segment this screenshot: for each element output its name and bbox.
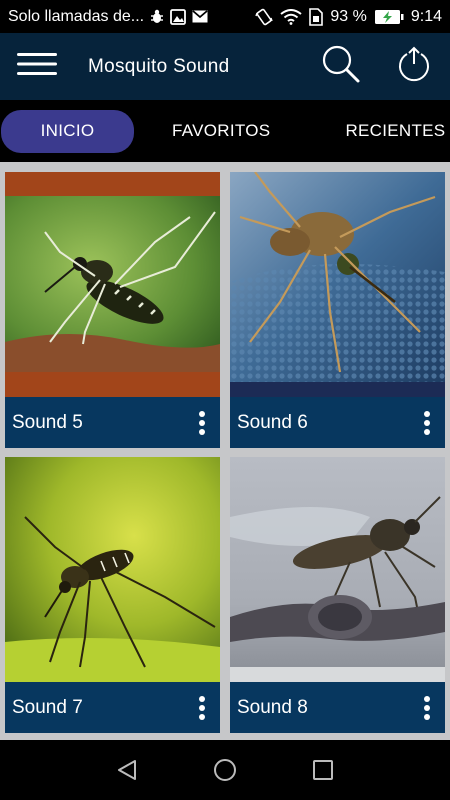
tab-favoritos[interactable]: FAVORITOS [172,121,270,141]
bug-icon [150,9,164,25]
more-vert-icon [199,410,205,435]
card-bar: Sound 8 [230,682,445,733]
app-title: Mosquito Sound [88,55,230,77]
search-button[interactable] [312,33,370,100]
tab-recientes[interactable]: RECIENTES [345,121,445,141]
card-bar: Sound 7 [5,682,220,733]
sound-label: Sound 5 [12,411,83,433]
home-button[interactable] [205,750,245,790]
wifi-icon [280,8,303,25]
mosquito-photo [230,457,445,682]
more-options-button[interactable] [409,397,445,448]
mosquito-photo [230,172,445,397]
more-options-button[interactable] [184,397,220,448]
notification-text: Solo llamadas de... [8,7,145,25]
more-vert-icon [199,695,205,720]
sim-icon [309,7,324,26]
power-button[interactable] [384,33,444,100]
more-options-button[interactable] [184,682,220,733]
more-vert-icon [424,695,430,720]
tab-bar: INICIO FAVORITOS RECIENTES [0,100,450,162]
app-bar: Mosquito Sound [0,33,450,100]
sound-card[interactable]: Sound 6 [230,172,445,448]
card-bar: Sound 6 [230,397,445,448]
tab-label: RECIENTES [345,121,446,140]
sound-grid: Sound 5 Sound 6 Sound 7 Sound 8 [0,162,450,740]
tab-label: FAVORITOS [172,121,271,140]
menu-icon [17,52,57,81]
tab-label: INICIO [40,121,95,140]
sound-card[interactable]: Sound 5 [5,172,220,448]
more-vert-icon [424,410,430,435]
sound-card[interactable]: Sound 8 [230,457,445,733]
sound-label: Sound 7 [12,696,83,718]
back-icon [118,760,136,780]
card-bar: Sound 5 [5,397,220,448]
power-icon [396,46,432,87]
mosquito-photo [5,172,220,397]
vibrate-icon [255,8,274,26]
back-button[interactable] [107,750,147,790]
home-icon [214,759,236,781]
mosquito-photo [5,457,220,682]
status-time: 9:14 [410,7,442,25]
system-nav-bar [0,740,450,800]
gmail-icon [192,10,208,23]
sound-label: Sound 6 [237,411,308,433]
sound-label: Sound 8 [237,696,308,718]
battery-charging-icon [374,9,404,25]
battery-percent: 93 % [330,7,367,25]
image-icon [170,8,186,25]
tab-inicio[interactable]: INICIO [1,109,134,153]
menu-button[interactable] [0,33,74,100]
recents-button[interactable] [303,750,343,790]
recents-icon [313,760,333,780]
status-bar: Solo llamadas de... 93 % 9:14 [0,0,450,33]
sound-card[interactable]: Sound 7 [5,457,220,733]
search-icon [321,44,361,89]
more-options-button[interactable] [409,682,445,733]
